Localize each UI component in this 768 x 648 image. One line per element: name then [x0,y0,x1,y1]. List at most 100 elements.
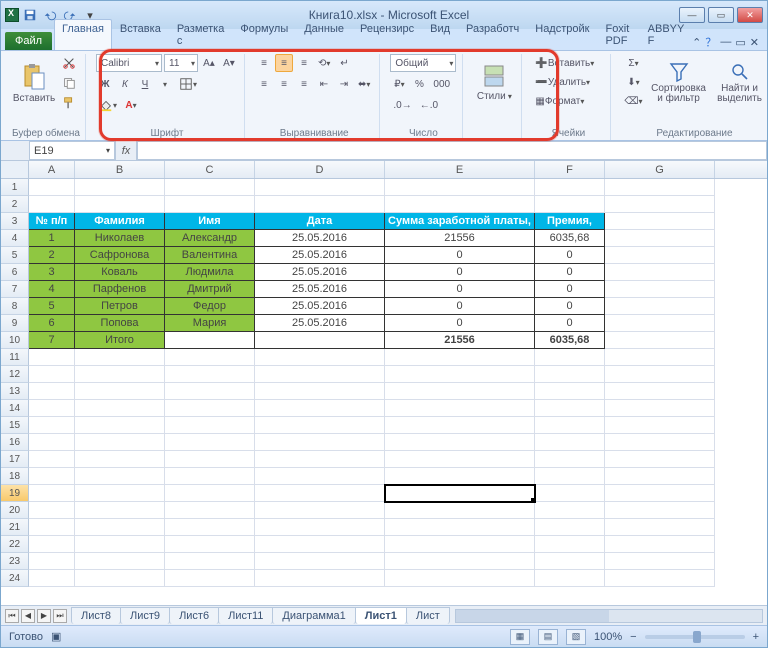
align-right-icon[interactable]: ≡ [295,75,313,93]
cell[interactable]: 0 [535,247,605,264]
cell[interactable] [605,536,715,553]
cell[interactable]: 5 [29,298,75,315]
ribbon-tab[interactable]: Разработч [458,19,527,50]
cell[interactable] [75,400,165,417]
underline-button[interactable]: Ч [136,75,154,93]
cell[interactable]: 0 [535,315,605,332]
page-break-view-icon[interactable]: ▧ [566,629,586,645]
zoom-slider[interactable] [645,635,745,639]
cell[interactable] [255,519,385,536]
cell[interactable] [385,417,535,434]
row-header[interactable]: 11 [1,349,29,366]
row-header[interactable]: 21 [1,519,29,536]
ribbon-tab[interactable]: Формулы [232,19,296,50]
cell[interactable]: Сумма заработной платы, [385,213,535,230]
cell[interactable] [75,468,165,485]
cell[interactable]: 0 [385,298,535,315]
cell[interactable] [605,434,715,451]
cell[interactable] [255,485,385,502]
row-header[interactable]: 10 [1,332,29,349]
row-header[interactable]: 1 [1,179,29,196]
cell-styles-button[interactable]: Стили [473,54,515,112]
cell[interactable]: Сафронова [75,247,165,264]
cell[interactable] [385,502,535,519]
row-header[interactable]: 17 [1,451,29,468]
cell[interactable] [165,400,255,417]
cell[interactable] [255,332,385,349]
cell[interactable] [385,400,535,417]
cell[interactable] [75,434,165,451]
cell[interactable] [165,383,255,400]
cell[interactable] [29,349,75,366]
paste-button[interactable]: Вставить [13,54,55,112]
format-cells-button[interactable]: ▦ Формат [532,92,604,110]
wrap-text-icon[interactable]: ↵ [335,54,353,72]
decrease-font-icon[interactable]: A▾ [220,54,238,72]
cell[interactable] [385,196,535,213]
row-header[interactable]: 6 [1,264,29,281]
cell[interactable] [385,570,535,587]
cell[interactable]: Дмитрий [165,281,255,298]
horizontal-scrollbar[interactable] [455,609,763,623]
cell[interactable] [535,451,605,468]
align-bottom-icon[interactable]: ≡ [295,54,313,72]
cell[interactable] [75,179,165,196]
cell[interactable] [165,570,255,587]
sheet-tab[interactable]: Лист [406,607,450,624]
formula-input[interactable] [137,141,767,160]
cell[interactable] [535,536,605,553]
row-header[interactable]: 9 [1,315,29,332]
cell[interactable] [535,196,605,213]
cell[interactable] [255,196,385,213]
column-header[interactable]: B [75,161,165,178]
insert-cells-button[interactable]: ➕ Вставить [532,54,604,72]
cell[interactable] [29,434,75,451]
align-middle-icon[interactable]: ≡ [275,54,293,72]
cell[interactable] [605,451,715,468]
cell[interactable]: 6 [29,315,75,332]
cell[interactable] [75,349,165,366]
cell[interactable] [385,451,535,468]
doc-close-icon[interactable]: ✕ [750,36,759,49]
cell[interactable] [165,417,255,434]
cell[interactable] [605,519,715,536]
percent-icon[interactable]: % [410,75,428,93]
row-header[interactable]: 8 [1,298,29,315]
cell[interactable] [165,502,255,519]
normal-view-icon[interactable]: ▦ [510,629,530,645]
decrease-indent-icon[interactable]: ⇤ [315,75,333,93]
save-icon[interactable] [21,6,39,24]
row-header[interactable]: 3 [1,213,29,230]
cell[interactable] [165,519,255,536]
column-header[interactable]: E [385,161,535,178]
cell[interactable] [75,417,165,434]
namebox-dropdown-icon[interactable]: ▾ [106,146,110,155]
cell[interactable] [385,519,535,536]
cell[interactable] [535,519,605,536]
name-box[interactable]: E19▾ [29,141,115,160]
cell[interactable] [255,553,385,570]
cell[interactable] [535,468,605,485]
cell[interactable] [75,451,165,468]
ribbon-tab[interactable]: Вид [422,19,458,50]
cell[interactable] [535,485,605,502]
clear-icon[interactable]: ⌫ [621,92,645,110]
cell[interactable]: Николаев [75,230,165,247]
row-header[interactable]: 7 [1,281,29,298]
cell[interactable] [29,417,75,434]
cell[interactable] [255,179,385,196]
cell[interactable] [605,349,715,366]
underline-menu[interactable] [156,75,174,93]
cell[interactable]: 3 [29,264,75,281]
cell[interactable] [165,553,255,570]
ribbon-tab[interactable]: ABBYY F [640,19,693,50]
sheet-nav-prev-icon[interactable]: ◀ [21,609,35,623]
cell[interactable] [605,383,715,400]
cell[interactable] [29,519,75,536]
cell[interactable]: Премия, [535,213,605,230]
bold-button[interactable]: Ж [96,75,114,93]
cut-icon[interactable] [59,54,79,72]
ribbon-tab[interactable]: Foxit PDF [597,19,639,50]
cell[interactable] [535,570,605,587]
cell[interactable] [255,434,385,451]
